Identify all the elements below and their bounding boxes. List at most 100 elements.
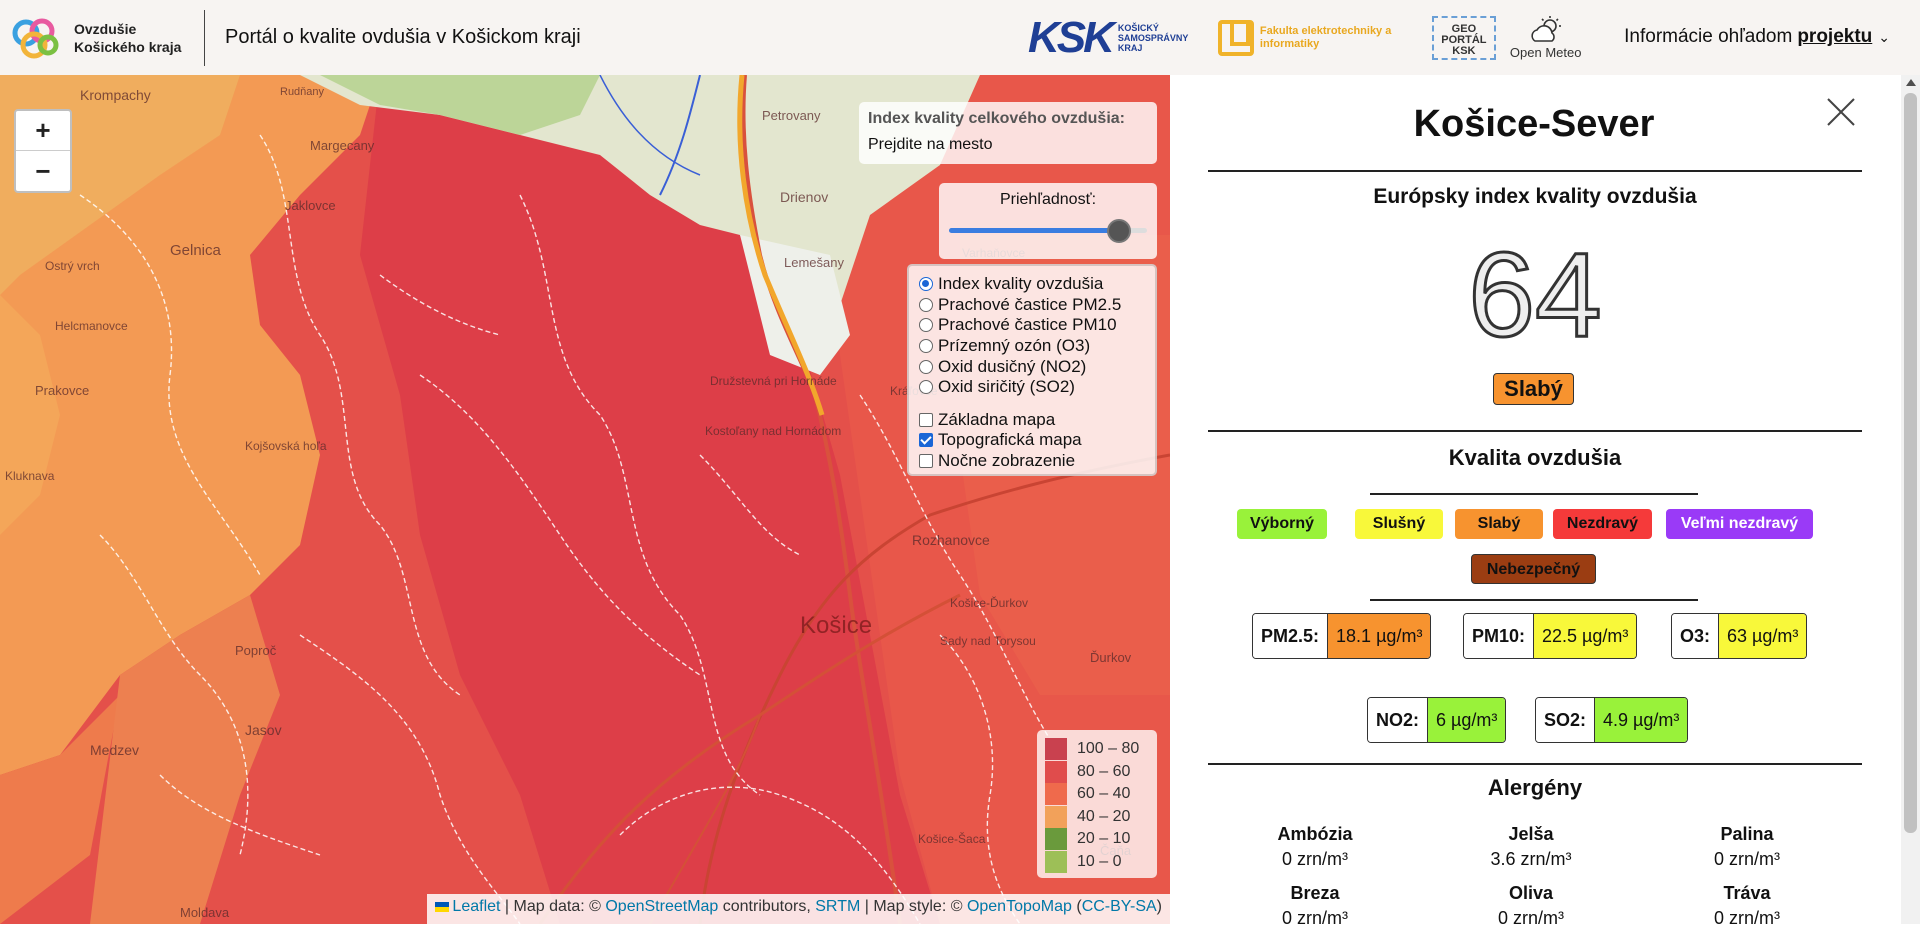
allergen-value: 3.6 zrn/m³ — [1490, 849, 1572, 869]
map-place-label: Kostoľany nad Hornádom — [705, 424, 841, 438]
category-badge: Nezdravý — [1553, 509, 1652, 539]
brand-line-1: Ovzdušie — [74, 20, 137, 37]
map-place-label: Helcmanovce — [55, 319, 128, 333]
legend-item: 40 – 20 — [1045, 805, 1157, 829]
opacity-slider[interactable] — [949, 219, 1147, 243]
brand-logo-icon — [8, 15, 64, 61]
layer-radio[interactable] — [919, 359, 933, 374]
opentopomap-link[interactable]: OpenTopoMap — [967, 898, 1072, 915]
map-place-label: Margecany — [310, 138, 375, 153]
allergen-name: Oliva — [1508, 883, 1554, 903]
scrollbar-thumb[interactable] — [1904, 93, 1917, 833]
leaflet-link[interactable]: Leaflet — [452, 898, 500, 915]
app-header: Ovzdušie Košického kraja Portál o kvalit… — [0, 0, 1920, 75]
project-info-link[interactable]: projektu — [1797, 26, 1872, 48]
map-place-label: Ďurkov — [1090, 650, 1132, 665]
open-meteo-label: Open Meteo — [1509, 45, 1582, 60]
osm-link[interactable]: OpenStreetMap — [605, 898, 718, 915]
layer-checkbox[interactable] — [919, 454, 933, 469]
allergen-name: Jelša — [1508, 824, 1554, 844]
pollutant-value: 22.5 µg/m³ — [1533, 614, 1637, 658]
chevron-down-icon: ⌄ — [1878, 28, 1890, 45]
layer-option[interactable]: Oxid dusičný (NO2) — [919, 356, 1155, 377]
layer-selector: Index kvality ovzdušia Prachové častice P… — [907, 264, 1157, 476]
legend-label: 20 – 10 — [1077, 830, 1131, 848]
project-info-menu[interactable]: Informácie ohľadom projektu ⌄ — [1624, 26, 1890, 48]
allergen-item: Palina 0 zrn/m³ — [1647, 822, 1847, 872]
open-meteo-logo[interactable]: Open Meteo — [1509, 15, 1582, 60]
layer-label: Základna mapa — [938, 409, 1056, 429]
layer-label: Oxid siričitý (SO2) — [938, 377, 1075, 397]
quality-title: Kvalita ovzdušia — [1448, 445, 1622, 470]
opacity-slider-handle[interactable] — [1107, 219, 1132, 243]
opacity-control: Priehľadnosť: — [939, 183, 1157, 259]
map-place-label: Lemešany — [784, 255, 844, 270]
pollutant-name: O3: — [1672, 614, 1719, 658]
legend-item: 20 – 10 — [1045, 828, 1157, 851]
layer-option[interactable]: Základna mapa — [919, 410, 1155, 431]
allergen-name: Palina — [1720, 824, 1774, 844]
station-title: Košice-Sever — [1413, 103, 1655, 145]
layer-radio[interactable] — [919, 380, 933, 395]
legend-item: 80 – 60 — [1045, 760, 1157, 784]
layer-option[interactable]: Oxid siričitý (SO2) — [919, 377, 1155, 398]
ksk-logo[interactable]: KSK KOŠICKÝ SAMOSPRÁVNY KRAJ — [1028, 13, 1190, 63]
map-place-label: Krompachy — [80, 87, 151, 103]
layer-option[interactable]: Prachové častice PM10 — [919, 315, 1155, 336]
ukraine-flag-icon — [435, 901, 450, 912]
layer-option[interactable]: Prízemný ozón (O3) — [919, 336, 1155, 357]
category-badge: Nebezpečný — [1471, 554, 1596, 584]
pollutant-pill: PM2.5: 18.1 µg/m³ — [1252, 613, 1432, 659]
ksk-text: KOŠICKÝ SAMOSPRÁVNY KRAJ — [1117, 22, 1189, 53]
legend-item: 10 – 0 — [1045, 850, 1157, 874]
pollutant-value: 4.9 µg/m³ — [1594, 698, 1688, 742]
layer-checkbox[interactable] — [919, 412, 933, 427]
layer-option[interactable]: Index kvality ovzdušia — [919, 274, 1155, 295]
panel-scrollbar[interactable] — [1901, 75, 1920, 924]
layer-option[interactable]: Prachové častice PM2.5 — [919, 295, 1155, 316]
divider — [1208, 170, 1862, 172]
layer-radio[interactable] — [919, 339, 933, 354]
map-place-label: Poproč — [235, 643, 277, 658]
zoom-control: + − — [14, 109, 72, 193]
pollutant-value: 18.1 µg/m³ — [1327, 614, 1431, 658]
category-badge: Slabý — [1455, 509, 1543, 539]
srtm-link[interactable]: SRTM — [815, 898, 860, 915]
map-place-label: Družstevná pri Hornáde — [710, 374, 837, 388]
pollutant-name: SO2: — [1536, 698, 1595, 742]
air-quality-map[interactable]: Krompachy Rudňany Margecany Jaklovce Gelnica… — [0, 75, 1170, 924]
layer-radio[interactable] — [919, 318, 933, 333]
legend-label: 40 – 20 — [1077, 807, 1131, 825]
map-place-label: Košice-Ďurkov — [950, 595, 1028, 610]
brand-line-2: Košického kraja — [74, 38, 182, 55]
attribution-text-4: ( — [1071, 898, 1082, 915]
fei-logo[interactable]: Fakulta elektrotechniky a informatiky — [1217, 19, 1420, 56]
legend-list: 100 – 80 80 – 60 60 – 40 40 – 20 20 – 10 10 –… — [1045, 738, 1157, 873]
map-place-label: Kluknava — [5, 469, 55, 483]
layer-radio[interactable] — [919, 277, 933, 292]
zoom-in-button[interactable]: + — [16, 111, 70, 151]
layer-option[interactable]: Topografická mapa — [919, 430, 1155, 451]
zoom-out-button[interactable]: − — [16, 151, 70, 191]
allergen-name: Breza — [1290, 883, 1340, 903]
allergen-value: 0 zrn/m³ — [1281, 908, 1348, 928]
pollutant-name: PM2.5: — [1253, 614, 1328, 658]
brand[interactable]: Ovzdušie Košického kraja Portál o kvalit… — [0, 0, 581, 75]
cc-by-sa-link[interactable]: CC-BY-SA — [1082, 898, 1157, 915]
layer-checkbox[interactable] — [919, 433, 933, 448]
ksk-mark: KSK — [1028, 12, 1115, 62]
pollutant-pill: NO2: 6 µg/m³ — [1367, 697, 1507, 743]
scroll-up-arrow-icon[interactable] — [1906, 79, 1916, 86]
layer-option[interactable]: Nočne zobrazenie — [919, 451, 1155, 472]
portal-title: Portál o kvalite ovdušia v Košickom kraj… — [225, 26, 581, 48]
allergen-item: Jelša 3.6 zrn/m³ — [1431, 822, 1631, 872]
map-place-label: Prakovce — [35, 383, 89, 398]
layer-radio[interactable] — [919, 297, 933, 312]
map-place-label: Petrovany — [762, 108, 821, 123]
legend-label: 60 – 40 — [1077, 785, 1131, 803]
pollutant-name: NO2: — [1368, 698, 1428, 742]
map-place-label: Sady nad Torysou — [940, 634, 1036, 648]
map-place-label: Jaklovce — [285, 198, 336, 213]
geoportal-logo[interactable]: GEO PORTÁL KSK — [1431, 15, 1496, 60]
legend-label: 100 – 80 — [1077, 740, 1140, 758]
